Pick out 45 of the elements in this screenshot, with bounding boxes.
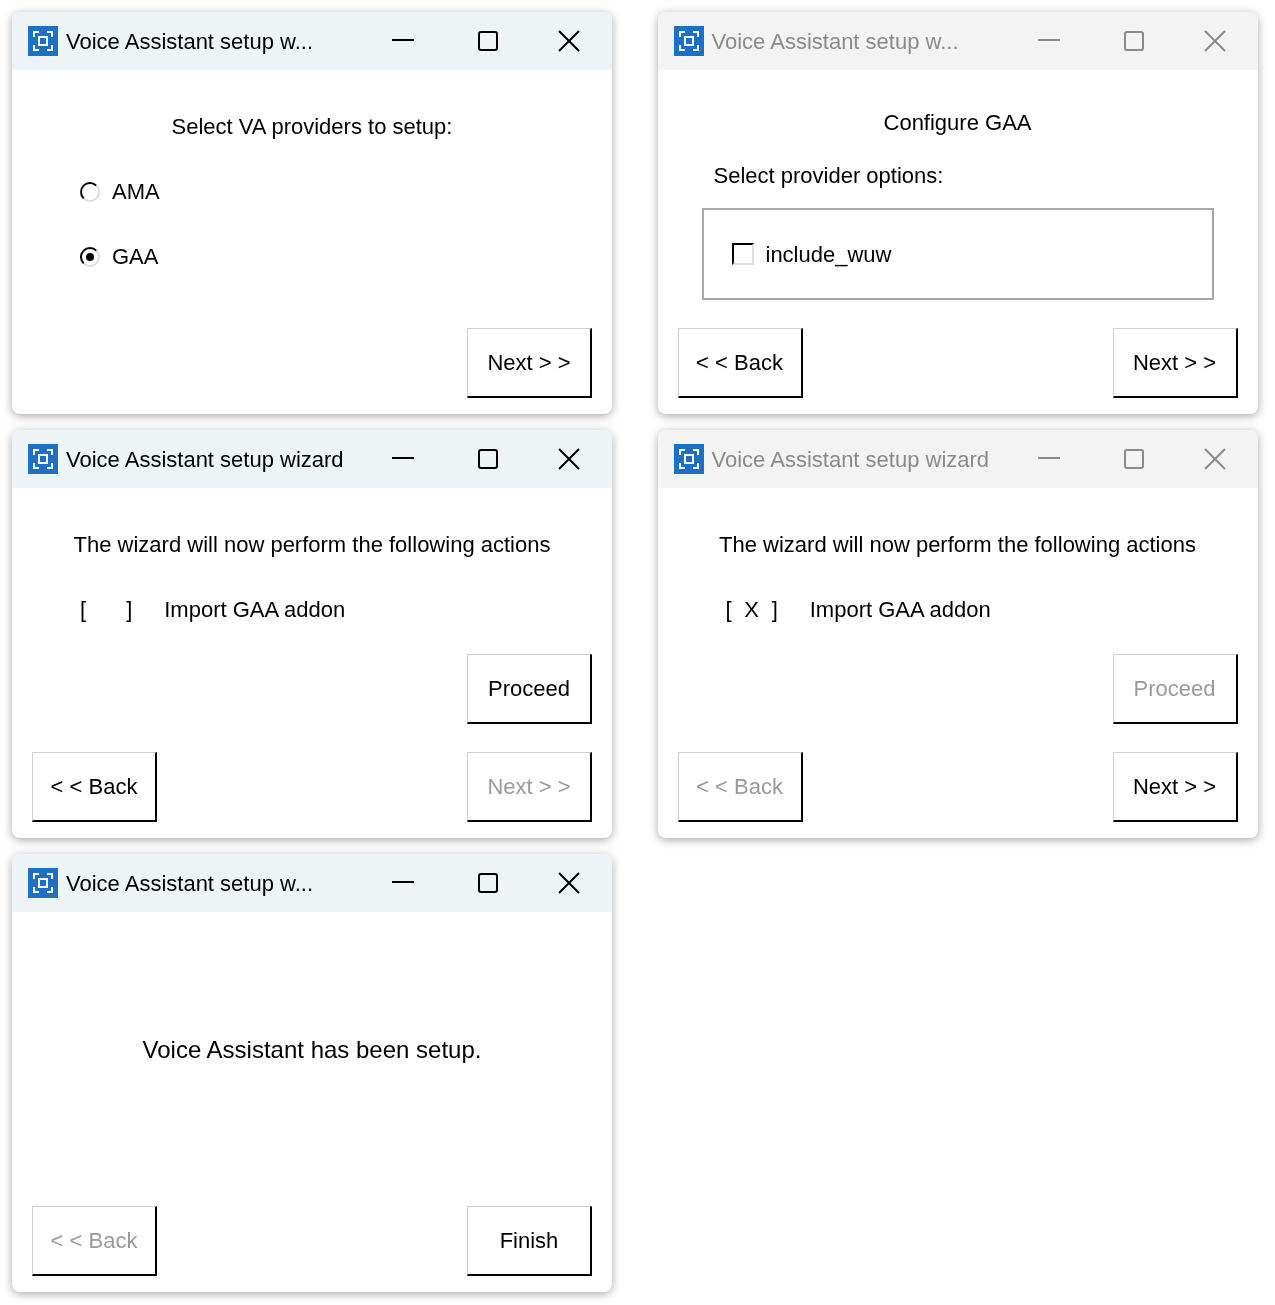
window-title: Voice Assistant setup w...: [66, 27, 315, 56]
checkbox[interactable]: [731, 243, 754, 265]
status-message: Voice Assistant has been setup.: [141, 1035, 483, 1065]
maximize-icon[interactable]: [478, 31, 498, 51]
window-title: Voice Assistant setup wizard: [711, 445, 991, 474]
close-icon[interactable]: [558, 872, 580, 894]
window-title: Voice Assistant setup wizard: [66, 445, 345, 474]
app-icon: [673, 444, 704, 474]
app-icon: [28, 868, 58, 898]
app-icon: [28, 444, 58, 474]
minimize-icon[interactable]: [392, 457, 414, 461]
dialog-button[interactable]: Proceed: [467, 654, 592, 724]
checkbox-label: include_wuw: [765, 240, 892, 269]
section-heading: Configure GAA: [882, 109, 1033, 137]
dialog-button[interactable]: Next > >: [1112, 328, 1238, 398]
prompt-text: Select VA providers to setup:: [170, 113, 454, 141]
prompt-text: Select provider options:: [713, 162, 945, 190]
window-title: Voice Assistant setup w...: [66, 869, 315, 898]
maximize-icon[interactable]: [478, 449, 498, 469]
bracket: ]: [126, 596, 133, 624]
radio-label: GAA: [112, 243, 159, 271]
app-icon: [28, 26, 58, 56]
window-title: Voice Assistant setup w...: [711, 27, 960, 56]
minimize-icon[interactable]: [392, 881, 414, 885]
minimize-icon[interactable]: [392, 39, 414, 43]
action-label: Import GAA addon: [809, 596, 991, 624]
dialog-button[interactable]: < < Back: [677, 328, 803, 398]
bracket: ]: [771, 596, 778, 624]
prompt-text: The wizard will now perform the following actions: [718, 531, 1197, 559]
action-label: Import GAA addon: [164, 596, 346, 624]
dialog-button[interactable]: Next > >: [467, 328, 592, 398]
check-mark: X: [744, 596, 759, 624]
radio-button[interactable]: [80, 246, 100, 267]
bracket: [: [725, 596, 732, 624]
app-icon: [673, 26, 704, 56]
bracket: [: [80, 596, 87, 624]
prompt-text: The wizard will now perform the following actions: [72, 531, 552, 559]
radio-button[interactable]: [80, 181, 100, 202]
dialog-button[interactable]: Finish: [467, 1206, 592, 1276]
close-icon[interactable]: [558, 30, 580, 52]
dialog-button[interactable]: < < Back: [32, 752, 157, 822]
radio-label: AMA: [112, 178, 160, 206]
close-icon[interactable]: [558, 448, 580, 470]
maximize-icon[interactable]: [478, 873, 498, 893]
dialog-button[interactable]: Next > >: [1112, 752, 1238, 822]
